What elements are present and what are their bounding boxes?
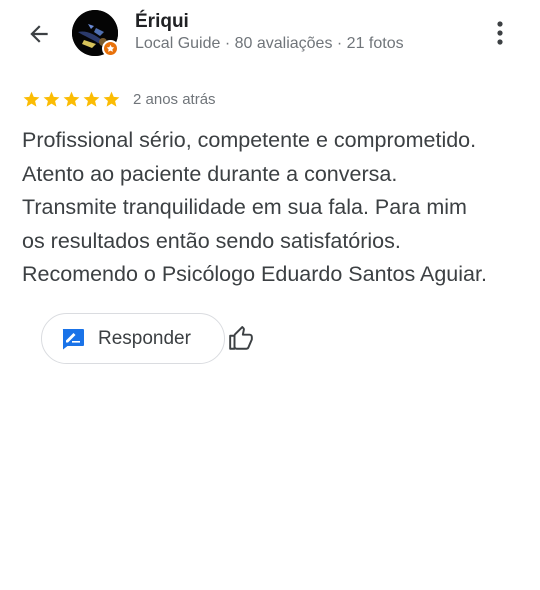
review-text-line: Atento ao paciente durante a conversa.	[22, 161, 398, 186]
reply-button-label: Responder	[98, 327, 191, 349]
review-text-line: Profissional sério, competente e comprom…	[22, 128, 477, 152]
local-guide-star-icon	[106, 44, 115, 52]
review-text-line: os resultados então sendo satisfatórios.	[22, 228, 401, 253]
back-button[interactable]	[22, 17, 56, 51]
star-icon	[43, 91, 60, 107]
star-icon	[103, 91, 120, 107]
review-text-line: Transmite tranquilidade em sua fala. Par…	[22, 195, 467, 219]
star-rating	[22, 90, 121, 109]
star-icon	[83, 91, 100, 107]
thumb-up-icon	[229, 326, 253, 350]
review-text: Profissional sério, competente e comprom…	[22, 124, 522, 292]
review-time: 2 anos atrás	[133, 90, 216, 108]
more-options-button[interactable]	[484, 16, 516, 50]
author-meta: Local Guide · 80 avaliações · 21 fotos	[135, 35, 404, 52]
reply-edit-icon	[62, 328, 84, 349]
star-icon	[23, 91, 40, 107]
more-vert-icon	[497, 21, 503, 45]
author-avatar-wrapper[interactable]	[72, 10, 119, 57]
star-icon	[63, 91, 80, 107]
review-text-line: Recomendo o Psicólogo Eduardo Santos Agu…	[22, 262, 487, 286]
like-button[interactable]	[226, 324, 256, 354]
arrow-back-icon	[30, 25, 48, 43]
author-name[interactable]: Ériqui	[135, 11, 189, 33]
rating-row: 2 anos atrás	[22, 87, 216, 111]
local-guide-badge	[102, 40, 119, 57]
review-header: Ériqui Local Guide · 80 avaliações · 21 …	[0, 0, 540, 70]
reply-button[interactable]: Responder	[41, 313, 225, 364]
